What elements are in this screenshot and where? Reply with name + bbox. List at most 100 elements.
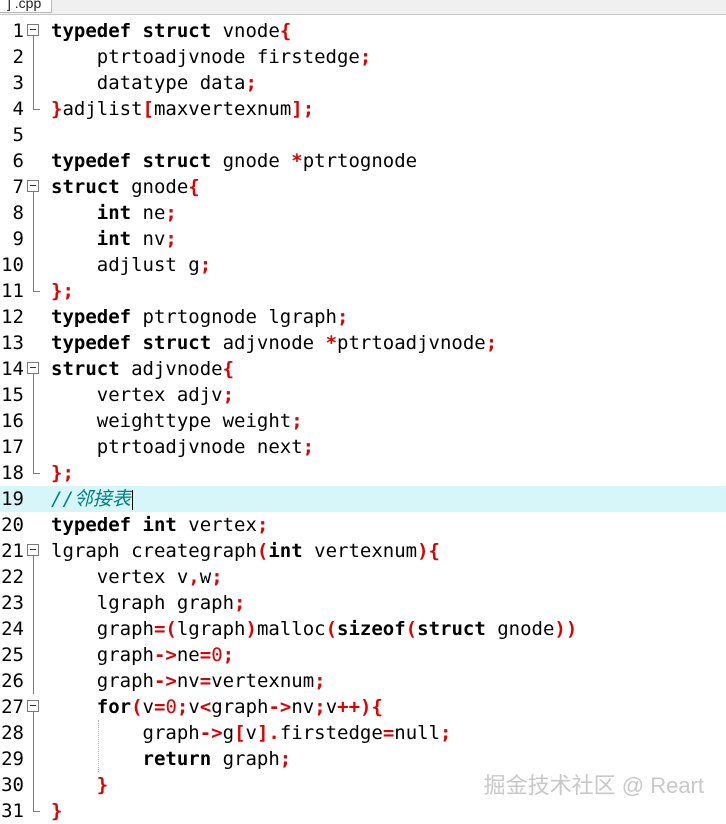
fold-collapse-icon[interactable] <box>27 180 39 192</box>
fold-guide <box>33 44 34 70</box>
code-line[interactable]: 11}; <box>0 278 726 304</box>
code-text[interactable]: vertex v,w; <box>51 564 223 590</box>
code-text[interactable]: return graph; <box>51 746 292 772</box>
code-text[interactable]: lgraph creategraph(int vertexnum){ <box>51 538 440 564</box>
code-text[interactable]: adjlust g; <box>51 252 211 278</box>
code-text[interactable]: lgraph graph; <box>51 590 246 616</box>
code-line[interactable]: 26 graph->nv=vertexnum; <box>0 668 726 694</box>
code-line[interactable]: 27 for(v=0;v<graph->nv;v++){ <box>0 694 726 720</box>
identifier-token: ptrtoadjvnode next <box>51 436 303 458</box>
code-line[interactable]: 4}adjlist[maxvertexnum]; <box>0 96 726 122</box>
punctuation-token: ; <box>485 332 498 354</box>
code-line[interactable]: 17 ptrtoadjvnode next; <box>0 434 726 460</box>
code-text[interactable]: ptrtoadjvnode firstedge; <box>51 44 372 70</box>
code-editor[interactable]: 1 typedef struct vnode{2 ptrtoadjvnode fi… <box>0 16 726 822</box>
punctuation-token: ; <box>176 696 189 718</box>
code-text[interactable]: weighttype weight; <box>51 408 303 434</box>
code-text[interactable]: ptrtoadjvnode next; <box>51 434 314 460</box>
identifier-token: nv <box>176 670 200 692</box>
line-number: 15 <box>1 384 24 406</box>
code-text[interactable]: datatype data; <box>51 70 257 96</box>
code-text[interactable]: typedef struct adjvnode *ptrtoadjvnode; <box>51 330 497 356</box>
code-line[interactable]: 8 int ne; <box>0 200 726 226</box>
punctuation-token: ; <box>256 514 269 536</box>
identifier-token: v <box>325 696 338 718</box>
code-line[interactable]: 31} <box>0 798 726 824</box>
identifier-token: ptrtoadjvnode firstedge <box>51 46 360 68</box>
line-number: 9 <box>12 228 24 250</box>
fold-collapse-icon[interactable] <box>27 362 39 374</box>
punctuation-token: -> <box>268 696 292 718</box>
fold-collapse-icon[interactable] <box>27 24 39 36</box>
code-line[interactable]: 1 typedef struct vnode{ <box>0 18 726 44</box>
code-text[interactable]: typedef int vertex; <box>51 512 268 538</box>
code-text[interactable]: int ne; <box>51 200 177 226</box>
code-line[interactable]: 22 vertex v,w; <box>0 564 726 590</box>
indent-guide <box>98 720 99 772</box>
comment-token: //邻接表 <box>51 488 131 510</box>
file-tab-bar: ] .cpp <box>0 0 726 15</box>
code-line[interactable]: 2 ptrtoadjvnode firstedge; <box>0 44 726 70</box>
code-line[interactable]: 25 graph->ne=0; <box>0 642 726 668</box>
code-line[interactable]: 18}; <box>0 460 726 486</box>
code-line[interactable]: 9 int nv; <box>0 226 726 252</box>
code-text[interactable]: graph->ne=0; <box>51 642 234 668</box>
code-text[interactable]: struct gnode{ <box>51 174 200 200</box>
code-text[interactable]: vertex adjv; <box>51 382 234 408</box>
punctuation-token: ; <box>165 228 177 250</box>
code-text[interactable]: graph->g[v].firstedge=null; <box>51 720 452 746</box>
line-number: 16 <box>1 410 24 432</box>
code-line[interactable]: 5 <box>0 122 726 148</box>
code-line[interactable]: 7 struct gnode{ <box>0 174 726 200</box>
code-line-current[interactable]: 19 //邻接表 <box>0 486 726 512</box>
identifier-token: adjlust g <box>51 254 200 276</box>
code-line[interactable]: 24 graph=(lgraph)malloc(sizeof(struct gn… <box>0 616 726 642</box>
code-text[interactable]: }; <box>51 278 74 304</box>
identifier-token: v <box>245 722 257 744</box>
code-text[interactable]: for(v=0;v<graph->nv;v++){ <box>51 694 383 720</box>
code-text[interactable]: } <box>51 798 62 824</box>
code-text[interactable]: //邻接表 <box>51 486 133 512</box>
code-text[interactable]: struct adjvnode{ <box>51 356 234 382</box>
code-text[interactable]: }adjlist[maxvertexnum]; <box>51 96 314 122</box>
punctuation-token: ++){ <box>337 696 383 718</box>
code-line[interactable]: 10 adjlust g; <box>0 252 726 278</box>
punctuation-token: } <box>96 774 109 796</box>
code-line[interactable]: 6 typedef struct gnode *ptrtognode <box>0 148 726 174</box>
code-line[interactable]: 15 vertex adjv; <box>0 382 726 408</box>
file-tab[interactable]: ] .cpp <box>0 0 53 13</box>
code-text[interactable]: typedef struct gnode *ptrtognode <box>51 148 417 174</box>
line-number: 26 <box>1 670 24 692</box>
fold-collapse-icon[interactable] <box>27 544 39 556</box>
punctuation-token: ; <box>211 566 223 588</box>
code-text[interactable]: graph=(lgraph)malloc(sizeof(struct gnode… <box>51 616 578 642</box>
code-line[interactable]: 28 graph->g[v].firstedge=null; <box>0 720 726 746</box>
punctuation-token: ; <box>234 592 246 614</box>
line-number: 14 <box>1 358 24 380</box>
code-text[interactable]: }; <box>51 460 74 486</box>
fold-guide <box>33 668 34 694</box>
code-line[interactable]: 23 lgraph graph; <box>0 590 726 616</box>
code-text[interactable]: typedef ptrtognode lgraph; <box>51 304 348 330</box>
punctuation-token: * <box>325 332 338 354</box>
code-line[interactable]: 16 weighttype weight; <box>0 408 726 434</box>
number-token: 0 <box>211 644 223 666</box>
code-text[interactable]: typedef struct vnode{ <box>51 18 291 44</box>
identifier-token: ne <box>176 644 200 666</box>
fold-guide <box>33 252 34 278</box>
code-text[interactable]: graph->nv=vertexnum; <box>51 668 326 694</box>
code-line[interactable]: 14 struct adjvnode{ <box>0 356 726 382</box>
punctuation-token: ){ <box>417 540 440 562</box>
code-text[interactable]: } <box>51 772 108 798</box>
code-line[interactable]: 21 lgraph creategraph(int vertexnum){ <box>0 538 726 564</box>
keyword-token: struct <box>51 358 120 380</box>
fold-collapse-icon[interactable] <box>27 700 39 712</box>
code-line[interactable]: 20 typedef int vertex; <box>0 512 726 538</box>
code-text[interactable]: int nv; <box>51 226 177 252</box>
code-line[interactable]: 3 datatype data; <box>0 70 726 96</box>
line-number: 2 <box>12 46 24 68</box>
fold-guide <box>33 226 34 252</box>
code-line[interactable]: 13 typedef struct adjvnode *ptrtoadjvnode… <box>0 330 726 356</box>
fold-guide <box>33 200 34 226</box>
code-line[interactable]: 12 typedef ptrtognode lgraph; <box>0 304 726 330</box>
